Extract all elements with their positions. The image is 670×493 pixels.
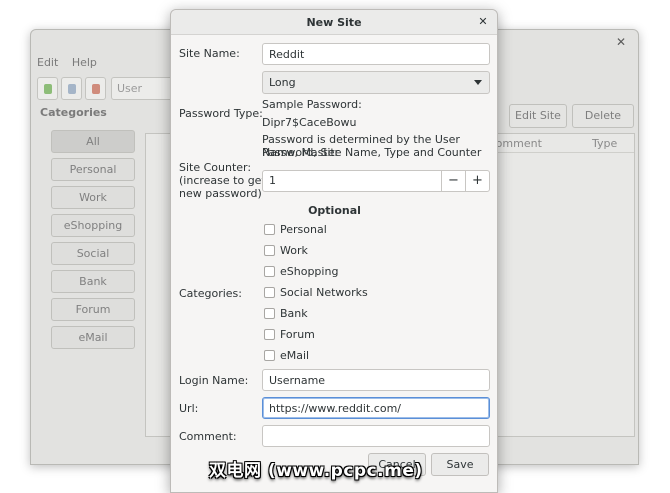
edit-site-button[interactable]: Edit Site [509,104,567,128]
category-all-button[interactable]: All [51,130,135,153]
comment-label: Comment: [179,430,237,443]
checkbox-label: eMail [280,349,310,362]
key-icon [92,84,100,94]
increment-button[interactable]: + [465,171,489,191]
checkbox-label: Forum [280,328,315,341]
dialog-titlebar: New Site ✕ [171,10,497,35]
categories-label: Categories: [179,287,242,300]
sample-password-label: Sample Password: [262,98,362,111]
close-icon[interactable]: ✕ [475,14,491,30]
url-input[interactable] [262,397,490,419]
chevron-down-icon [474,80,482,85]
checkbox-box[interactable] [264,287,275,298]
checkbox-box[interactable] [264,350,275,361]
checkbox-label: Bank [280,307,308,320]
column-type[interactable]: Type [592,137,617,150]
list-header: Comment Type [474,135,634,153]
decrement-button[interactable]: − [441,171,465,191]
site-name-input[interactable] [262,43,490,65]
add-icon [44,84,52,94]
checkbox-label: Work [280,244,308,257]
sample-password-value: Dipr7$CaceBowu [262,116,357,129]
checkbox-box[interactable] [264,266,275,277]
optional-heading: Optional [308,204,361,217]
site-counter-spinner[interactable]: 1 − + [262,170,490,192]
checkbox-box[interactable] [264,329,275,340]
password-type-value: Long [269,76,296,89]
menu-help[interactable]: Help [72,56,97,69]
site-name-label: Site Name: [179,47,240,60]
password-note-line2: Password, Site Name, Type and Counter [262,146,482,159]
login-name-label: Login Name: [179,374,249,387]
save-button[interactable]: Save [431,453,489,476]
checkbox-box[interactable] [264,224,275,235]
password-type-select[interactable]: Long [262,71,490,94]
password-type-label: Password Type: [179,107,263,120]
comment-input[interactable] [262,425,490,447]
dialog-title: New Site [306,16,362,29]
category-personal-button[interactable]: Personal [51,158,135,181]
category-eshopping-button[interactable]: eShopping [51,214,135,237]
add-site-button[interactable] [37,77,58,100]
login-icon [68,84,76,94]
menu-edit[interactable]: Edit [37,56,58,69]
checkbox-box[interactable] [264,308,275,319]
login-name-input[interactable] [262,369,490,391]
delete-site-button[interactable]: Delete Site [572,104,634,144]
menubar: Edit Help [37,56,107,69]
checkbox-label: eShopping [280,265,339,278]
new-site-dialog: New Site ✕ Site Name: Long Password Type… [170,9,498,493]
category-social-networks-button[interactable]: Social Networks [51,242,135,281]
category-work-button[interactable]: Work [51,186,135,209]
category-bank-button[interactable]: Bank [51,270,135,293]
checkbox-box[interactable] [264,245,275,256]
copy-login-button[interactable] [61,77,82,100]
category-forum-button[interactable]: Forum [51,298,135,321]
close-icon[interactable]: ✕ [612,33,630,51]
watermark: 双电网 (www.pcpc.me) [209,461,423,481]
url-label: Url: [179,402,199,415]
site-counter-value[interactable]: 1 [269,174,276,187]
copy-password-button[interactable] [85,77,106,100]
checkbox-label: Social Networks [280,286,368,299]
category-email-button[interactable]: eMail [51,326,135,349]
categories-heading: Categories [40,106,107,119]
checkbox-label: Personal [280,223,327,236]
